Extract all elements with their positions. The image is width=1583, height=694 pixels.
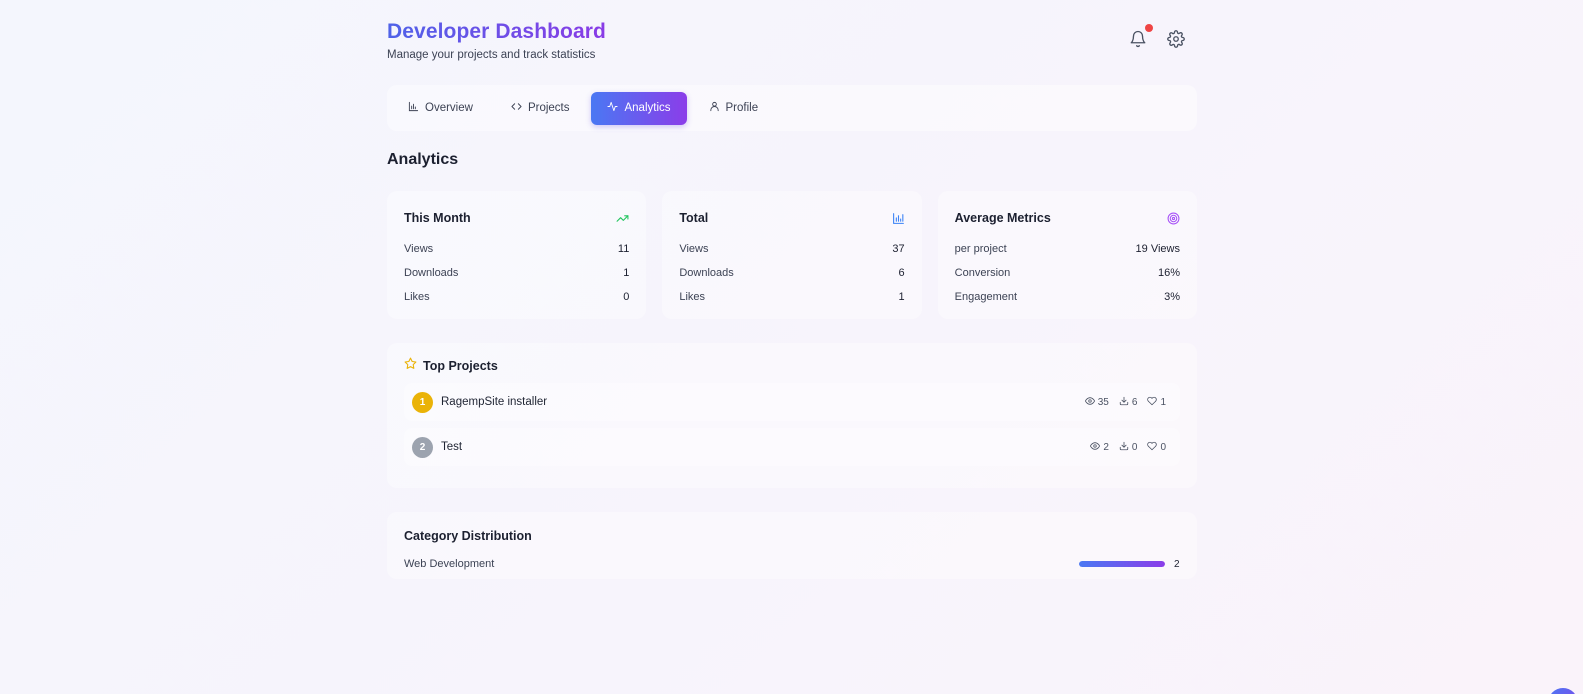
stat-value: 6 — [898, 267, 905, 279]
likes-stat: 1 — [1147, 396, 1166, 409]
stat-label: Likes — [679, 291, 706, 303]
likes-count: 0 — [1160, 441, 1166, 453]
stat-value: 11 — [617, 243, 630, 255]
stat-row: Conversion 16% — [955, 261, 1180, 285]
downloads-stat: 6 — [1119, 396, 1138, 409]
stat-row: Views 37 — [679, 237, 904, 261]
category-count: 2 — [1174, 558, 1180, 570]
tab-overview[interactable]: Overview — [392, 92, 489, 125]
project-name: RagempSite installer — [441, 396, 548, 408]
category-row: Web Development 2 — [404, 556, 1180, 572]
stat-row: Likes 1 — [679, 285, 904, 309]
section-title: Analytics — [387, 151, 459, 168]
stat-label: Downloads — [679, 267, 734, 279]
project-name: Test — [441, 441, 463, 453]
stat-value: 0 — [623, 291, 630, 303]
bar-chart-icon — [408, 101, 419, 115]
code-icon — [511, 101, 522, 115]
project-row[interactable]: 1 RagempSite installer 35 6 1 — [404, 383, 1180, 421]
heart-icon — [1147, 396, 1158, 409]
star-icon — [404, 357, 417, 375]
bell-icon — [1129, 30, 1147, 52]
views-count: 2 — [1103, 441, 1109, 453]
dashboard-container: Developer Dashboard Manage your projects… — [387, 0, 1197, 579]
views-stat: 35 — [1084, 396, 1109, 409]
rank-badge: 1 — [412, 391, 433, 413]
views-count: 35 — [1097, 396, 1109, 408]
stat-value: 1 — [623, 267, 630, 279]
eye-icon — [1090, 441, 1101, 454]
eye-icon — [1084, 396, 1095, 409]
stat-value: 16% — [1157, 267, 1180, 279]
settings-button[interactable] — [1167, 30, 1187, 50]
stat-label: Conversion — [954, 267, 1011, 279]
tab-label: Overview — [425, 102, 473, 114]
views-stat: 2 — [1090, 441, 1109, 454]
stat-row: Engagement 3% — [955, 285, 1180, 309]
tab-projects[interactable]: Projects — [495, 92, 586, 125]
category-name: Web Development — [404, 558, 495, 570]
category-distribution-title: Category Distribution — [404, 529, 532, 543]
stat-cards: This Month Views 11 Downloads 1 Likes 0 Tot… — [387, 191, 1197, 319]
stat-row: Downloads 6 — [679, 261, 904, 285]
stat-label: Views — [679, 243, 709, 255]
gear-icon — [1167, 30, 1185, 52]
floating-action-button[interactable] — [1548, 688, 1578, 694]
heart-icon — [1147, 441, 1158, 454]
tab-bar: Overview Projects Analytics Profile — [387, 85, 1197, 131]
downloads-stat: 0 — [1119, 441, 1138, 454]
stat-value: 19 Views — [1135, 243, 1180, 255]
top-projects-header: Top Projects — [404, 357, 498, 375]
stat-row: Likes 0 — [404, 285, 629, 309]
tab-label: Profile — [725, 102, 759, 114]
likes-count: 1 — [1160, 396, 1166, 408]
card-average-metrics: Average Metrics per project 19 Views Conv… — [937, 191, 1197, 319]
page-subtitle: Manage your projects and track statistic… — [387, 49, 596, 61]
download-icon — [1119, 441, 1129, 454]
tab-profile[interactable]: Profile — [693, 92, 775, 125]
stat-value: 1 — [898, 291, 905, 303]
downloads-count: 6 — [1131, 396, 1138, 408]
header-actions — [1129, 24, 1187, 52]
stat-label: per project — [954, 243, 1007, 255]
activity-icon — [607, 101, 619, 115]
stat-label: Likes — [404, 291, 430, 303]
bar-chart-icon — [892, 212, 905, 225]
downloads-count: 0 — [1131, 441, 1138, 453]
header: Developer Dashboard Manage your projects… — [387, 0, 1197, 80]
project-row[interactable]: 2 Test 2 0 0 — [404, 428, 1180, 466]
user-icon — [709, 101, 720, 115]
stat-row: Views 11 — [404, 237, 629, 261]
download-icon — [1119, 396, 1129, 409]
rank-badge: 2 — [412, 436, 433, 458]
card-title: Total — [679, 211, 709, 225]
card-this-month: This Month Views 11 Downloads 1 Likes 0 — [387, 191, 647, 319]
stat-label: Downloads — [404, 267, 459, 279]
top-projects-panel: Top Projects 1 RagempSite installer 35 6… — [387, 343, 1197, 488]
card-title: This Month — [404, 211, 471, 225]
project-stats: 2 0 0 — [1090, 441, 1166, 454]
notifications-button[interactable] — [1129, 24, 1153, 52]
card-title: Average Metrics — [954, 211, 1051, 225]
top-projects-title: Top Projects — [423, 359, 498, 373]
stat-label: Engagement — [954, 291, 1018, 303]
stat-label: Views — [404, 243, 434, 255]
page-title: Developer Dashboard — [387, 20, 606, 43]
notification-badge — [1145, 24, 1153, 32]
category-distribution-panel: Category Distribution Web Development 2 — [387, 512, 1197, 579]
stat-row: Downloads 1 — [404, 261, 629, 285]
tab-label: Analytics — [624, 102, 671, 114]
trending-up-icon — [616, 212, 629, 225]
tab-analytics[interactable]: Analytics — [591, 91, 687, 125]
category-progress-bar — [1079, 561, 1165, 567]
category-progress-fill — [1079, 561, 1165, 567]
likes-stat: 0 — [1147, 441, 1166, 454]
stat-row: per project 19 Views — [955, 237, 1180, 261]
stat-value: 37 — [892, 243, 905, 255]
tab-label: Projects — [527, 102, 570, 114]
target-icon — [1167, 212, 1180, 225]
stat-value: 3% — [1164, 291, 1180, 303]
project-stats: 35 6 1 — [1084, 396, 1166, 409]
card-total: Total Views 37 Downloads 6 Likes 1 — [662, 191, 922, 319]
